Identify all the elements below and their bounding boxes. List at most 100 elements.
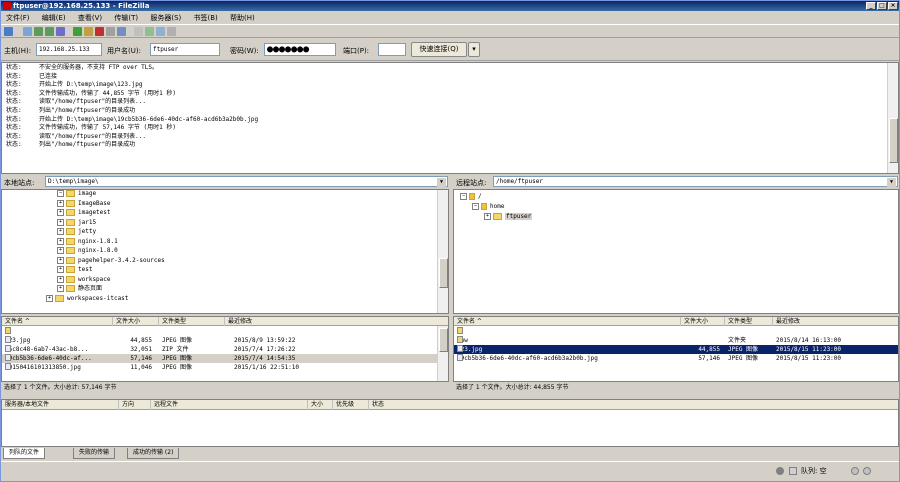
queue-col-local[interactable]: 服务器/本地文件 xyxy=(2,400,49,410)
queue-col-status[interactable]: 状态 xyxy=(368,400,384,410)
log-scrollbar[interactable] xyxy=(887,63,898,173)
file-row[interactable]: 20150416101313850.jpg 11,046 JPEG 图像 2015/1… xyxy=(2,363,437,372)
menu-transfer[interactable]: 传输(T) xyxy=(109,12,143,24)
remote-tree-item[interactable]: − / xyxy=(460,192,482,201)
file-row[interactable]: 19cb5b36-6de6-40dc-af60-acd6b3a2b0b.jpg 5… xyxy=(454,354,898,363)
toggle-log-icon[interactable] xyxy=(23,27,32,36)
remote-col-modified[interactable]: 最近修改 xyxy=(772,317,800,326)
local-tree-item[interactable]: + jetty xyxy=(57,227,96,236)
queue-col-priority[interactable]: 优先级 xyxy=(332,400,354,410)
host-input[interactable] xyxy=(36,43,102,56)
local-tree-item[interactable]: + nginx-1.8.0 xyxy=(57,246,118,255)
close-button[interactable]: × xyxy=(888,2,898,10)
queue-col-remote[interactable]: 远程文件 xyxy=(150,400,178,410)
reconnect-icon[interactable] xyxy=(117,27,126,36)
expand-icon[interactable]: + xyxy=(484,213,491,220)
quickconnect-dropdown-button[interactable]: ▾ xyxy=(468,42,480,57)
expand-icon[interactable]: + xyxy=(57,247,64,254)
filter-icon[interactable] xyxy=(134,27,143,36)
site-manager-icon[interactable] xyxy=(4,27,13,36)
local-path-input[interactable]: D:\temp\image\ ▼ xyxy=(45,176,448,187)
file-row[interactable]: .. xyxy=(2,327,437,336)
log-line: 状态: 开始上传 D:\temp\image\123.jpg xyxy=(2,81,898,90)
file-row[interactable]: 123.jpg 44,855 JPEG 图像 2015/8/9 13:59:22 xyxy=(2,336,437,345)
file-row[interactable]: .. xyxy=(454,327,898,336)
file-row[interactable]: 123.jpg 44,855 JPEG 图像 2015/8/15 11:23:00 xyxy=(454,345,898,354)
quickconnect-button[interactable]: 快速连接(Q) xyxy=(411,42,467,57)
local-tree-scrollbar[interactable] xyxy=(437,190,448,313)
refresh-icon[interactable] xyxy=(73,27,82,36)
tab-successful-transfers[interactable]: 成功的传输 (2) xyxy=(127,448,180,459)
remote-path-input[interactable]: /home/ftpuser ▼ xyxy=(493,176,898,187)
expand-icon[interactable]: + xyxy=(57,275,64,283)
queue-col-size[interactable]: 大小 xyxy=(307,400,323,410)
disconnect-icon[interactable] xyxy=(106,27,115,36)
tab-queued-files[interactable]: 列队的文件 xyxy=(3,448,46,459)
collapse-icon[interactable]: − xyxy=(472,203,479,210)
remote-col-size[interactable]: 文件大小 xyxy=(680,317,708,326)
local-tree-item[interactable]: + imagetest xyxy=(57,208,111,217)
expand-icon[interactable]: + xyxy=(57,266,64,273)
file-row[interactable]: www 文件夹 2015/8/14 16:13:00 xyxy=(454,336,898,345)
menu-edit[interactable]: 编辑(E) xyxy=(37,12,71,24)
expand-icon[interactable]: + xyxy=(57,237,64,245)
toggle-local-tree-icon[interactable] xyxy=(34,27,43,36)
local-files-scroll-thumb[interactable] xyxy=(439,328,448,352)
local-tree-item[interactable]: + test xyxy=(57,265,92,274)
minimize-button[interactable]: _ xyxy=(866,2,876,10)
process-queue-icon[interactable] xyxy=(84,27,93,36)
local-col-size[interactable]: 文件大小 xyxy=(112,317,140,326)
username-input[interactable] xyxy=(150,43,220,56)
menu-server[interactable]: 服务器(S) xyxy=(145,12,186,24)
log-scroll-thumb[interactable] xyxy=(889,118,898,163)
remote-col-type[interactable]: 文件类型 xyxy=(724,317,752,326)
local-tree-item[interactable]: + nginx-1.8.1 xyxy=(57,237,118,246)
menu-file[interactable]: 文件(F) xyxy=(1,12,35,24)
menu-bookmarks[interactable]: 书签(B) xyxy=(188,12,222,24)
compare-dirs-icon[interactable] xyxy=(145,27,154,36)
remote-path-dropdown-icon[interactable]: ▼ xyxy=(887,178,896,187)
local-col-type[interactable]: 文件类型 xyxy=(158,317,186,326)
expand-icon[interactable]: + xyxy=(57,218,64,226)
port-input[interactable] xyxy=(378,43,406,56)
collapse-icon[interactable]: − xyxy=(57,190,64,197)
toggle-remote-tree-icon[interactable] xyxy=(45,27,54,36)
sync-browsing-icon[interactable] xyxy=(156,27,165,36)
activity-led-icon xyxy=(863,467,871,475)
local-tree-item[interactable]: + workspace xyxy=(57,275,111,284)
local-col-modified[interactable]: 最近修改 xyxy=(224,317,252,326)
cancel-operation-icon[interactable] xyxy=(95,27,104,36)
local-path-dropdown-icon[interactable]: ▼ xyxy=(437,178,446,187)
toggle-queue-icon[interactable] xyxy=(56,27,65,36)
local-tree-item[interactable]: + workspaces-itcast xyxy=(46,294,128,303)
remote-tree-item[interactable]: − home xyxy=(472,202,504,211)
menu-view[interactable]: 查看(V) xyxy=(73,12,107,24)
queue-col-direction[interactable]: 方向 xyxy=(118,400,134,410)
collapse-icon[interactable]: − xyxy=(460,193,467,200)
local-tree-item[interactable]: − image xyxy=(57,190,96,198)
expand-icon[interactable]: + xyxy=(57,228,64,235)
expand-icon[interactable]: + xyxy=(57,209,64,216)
expand-icon[interactable]: + xyxy=(57,256,64,264)
maximize-button[interactable]: □ xyxy=(877,2,887,10)
local-tree-item[interactable]: + jar15 xyxy=(57,218,96,227)
search-files-icon[interactable] xyxy=(167,27,176,36)
folder-icon xyxy=(66,285,75,292)
file-row[interactable]: 19cb5b36-6de6-40dc-af... 57,146 JPEG 图像 201… xyxy=(2,354,437,363)
local-tree-scroll-thumb[interactable] xyxy=(439,258,448,288)
tab-failed-transfers[interactable]: 失败的传输 xyxy=(73,448,116,459)
folder-icon xyxy=(66,256,75,264)
menu-help[interactable]: 帮助(H) xyxy=(225,12,260,24)
local-tree-item[interactable]: + pagehelper-3.4.2-sources xyxy=(57,256,165,265)
local-col-name[interactable]: 文件名 ^ xyxy=(2,317,30,326)
file-row[interactable]: 15c8c48-6ab7-43ac-b8... 32,051 ZIP 文件 2015/… xyxy=(2,345,437,354)
local-tree-item[interactable]: + 静态页面 xyxy=(57,284,102,293)
password-input[interactable] xyxy=(264,43,336,56)
local-tree-item[interactable]: + ImageBase xyxy=(57,199,111,208)
remote-tree-item[interactable]: + ftpuser xyxy=(484,212,533,221)
expand-icon[interactable]: + xyxy=(46,294,53,302)
remote-col-name[interactable]: 文件名 ^ xyxy=(454,317,482,326)
expand-icon[interactable]: + xyxy=(57,285,64,292)
expand-icon[interactable]: + xyxy=(57,199,64,207)
local-files-scrollbar[interactable] xyxy=(437,326,448,381)
